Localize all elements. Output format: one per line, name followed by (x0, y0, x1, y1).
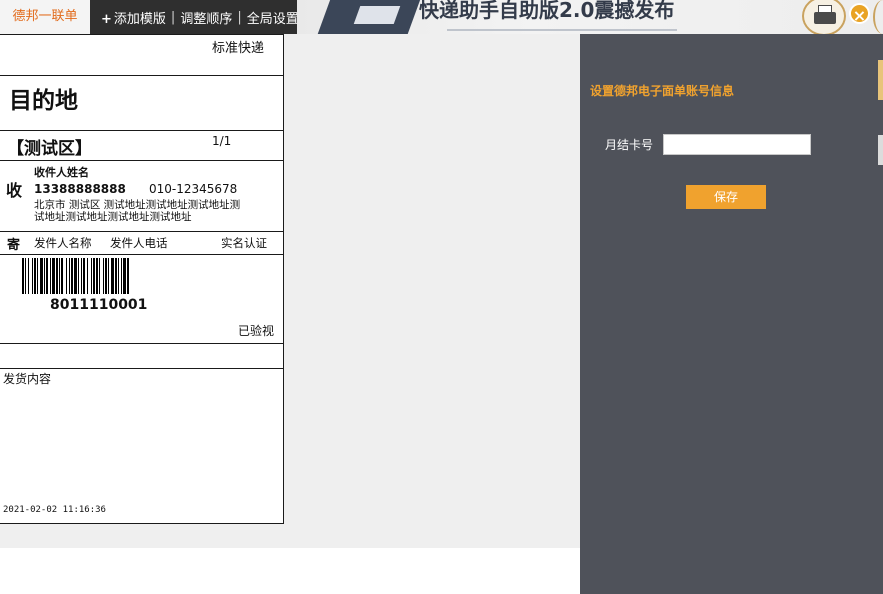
sender-phone: 发件人电话 (110, 236, 168, 250)
tracking-number: 8011110001 (50, 297, 148, 313)
barcode-bar (127, 258, 129, 294)
app-window: 德邦一联单 + 添加模版 | 调整顺序 | 全局设置 快递助手自助版2.0震撼发布… (0, 0, 883, 594)
divider (0, 130, 283, 131)
barcode-bar (69, 258, 70, 294)
barcode-bar (121, 258, 122, 294)
barcode-bar (34, 258, 36, 294)
barcode-bar (61, 258, 63, 294)
barcode-bar (28, 258, 29, 294)
barcode-bar (71, 258, 73, 294)
barcode-bar (83, 258, 85, 294)
send-char: 寄 (7, 238, 21, 253)
top-toolbar: 德邦一联单 + 添加模版 | 调整顺序 | 全局设置 快递助手自助版2.0震撼发布… (0, 0, 883, 34)
window-edge-accent (878, 60, 883, 100)
barcode-bar (78, 258, 79, 294)
divider (0, 160, 283, 161)
banner-underline (447, 29, 677, 31)
barcode-bar (44, 258, 45, 294)
barcode-bar (81, 258, 82, 294)
printer-icon (802, 0, 846, 34)
toolbar-nav: + 添加模版 | 调整顺序 | 全局设置 (96, 0, 304, 34)
barcode-bar (93, 258, 95, 294)
recipient-phone: 010-12345678 (149, 182, 238, 196)
card-number-label: 月结卡号 (605, 138, 654, 152)
divider (0, 368, 283, 369)
barcode-bar (50, 258, 51, 294)
print-timestamp: 2021-02-02 11:16:36 (3, 505, 106, 515)
barcode-bar (96, 258, 98, 294)
barcode-bar (105, 258, 107, 294)
barcode-bar (118, 258, 119, 294)
page-count: 1/1 (212, 134, 232, 148)
recipient-address-line1: 北京市 测试区 测试地址测试地址测试地址测 (34, 199, 241, 211)
barcode-bar (103, 258, 104, 294)
banner-headline: 快递助手自助版2.0震撼发布 (419, 0, 675, 22)
barcode-bar (74, 258, 77, 294)
divider (0, 254, 283, 255)
barcode-bar (37, 258, 38, 294)
barcode-bar (111, 258, 114, 294)
add-template-button[interactable]: + 添加模版 (96, 8, 171, 27)
save-button[interactable]: 保存 (686, 185, 766, 209)
sender-name: 发件人名称 (34, 236, 92, 250)
banner-graphic-highlight (353, 6, 401, 24)
promo-banner[interactable]: 快递助手自助版2.0震撼发布 (297, 0, 883, 34)
barcode-bar (32, 258, 33, 294)
barcode-bar (40, 258, 43, 294)
barcode-bar (56, 258, 58, 294)
tab-debang-single[interactable]: 德邦一联单 (0, 0, 90, 34)
barcode-bar (46, 258, 48, 294)
card-number-input[interactable] (663, 134, 811, 155)
destination-title: 目的地 (9, 88, 78, 114)
barcode-bar (25, 258, 26, 294)
account-settings-panel: 设置德邦电子面单账号信息 月结卡号 保存 (580, 34, 883, 594)
barcode (22, 258, 129, 294)
contents-label: 发货内容 (3, 372, 52, 386)
service-type: 标准快递 (212, 41, 265, 56)
barcode-bar (59, 258, 60, 294)
waybill-label: 标准快递 目的地 【测试区】 1/1 收 收件人姓名 13388888888 0… (0, 34, 284, 524)
divider (0, 231, 283, 232)
area-name: 【测试区】 (7, 139, 92, 159)
reorder-button[interactable]: 调整顺序 (175, 8, 237, 27)
window-edge-strip (878, 135, 883, 165)
canvas-footer-area (0, 548, 580, 594)
add-template-label: 添加模版 (113, 11, 166, 27)
divider (0, 343, 283, 344)
barcode-bar (115, 258, 117, 294)
divider (0, 75, 283, 76)
barcode-bar (87, 258, 88, 294)
recipient-address-line2: 试地址测试地址测试地址测试地址 (34, 211, 192, 223)
barcode-bar (66, 258, 67, 294)
receive-char: 收 (6, 181, 23, 200)
barcode-bar (22, 258, 24, 294)
real-name-verify: 实名认证 (221, 236, 267, 250)
barcode-bar (99, 258, 100, 294)
close-icon[interactable]: × (849, 3, 870, 25)
barcode-bar (108, 258, 109, 294)
barcode-bar (123, 258, 126, 294)
plus-icon: + (101, 11, 112, 27)
inspected-mark: 已验视 (238, 324, 275, 338)
recipient-mobile: 13388888888 (34, 182, 126, 196)
panel-title: 设置德邦电子面单账号信息 (590, 84, 735, 98)
barcode-bar (52, 258, 55, 294)
barcode-bar (91, 258, 92, 294)
global-settings-button[interactable]: 全局设置 (242, 8, 304, 27)
recipient-name: 收件人姓名 (34, 166, 89, 179)
